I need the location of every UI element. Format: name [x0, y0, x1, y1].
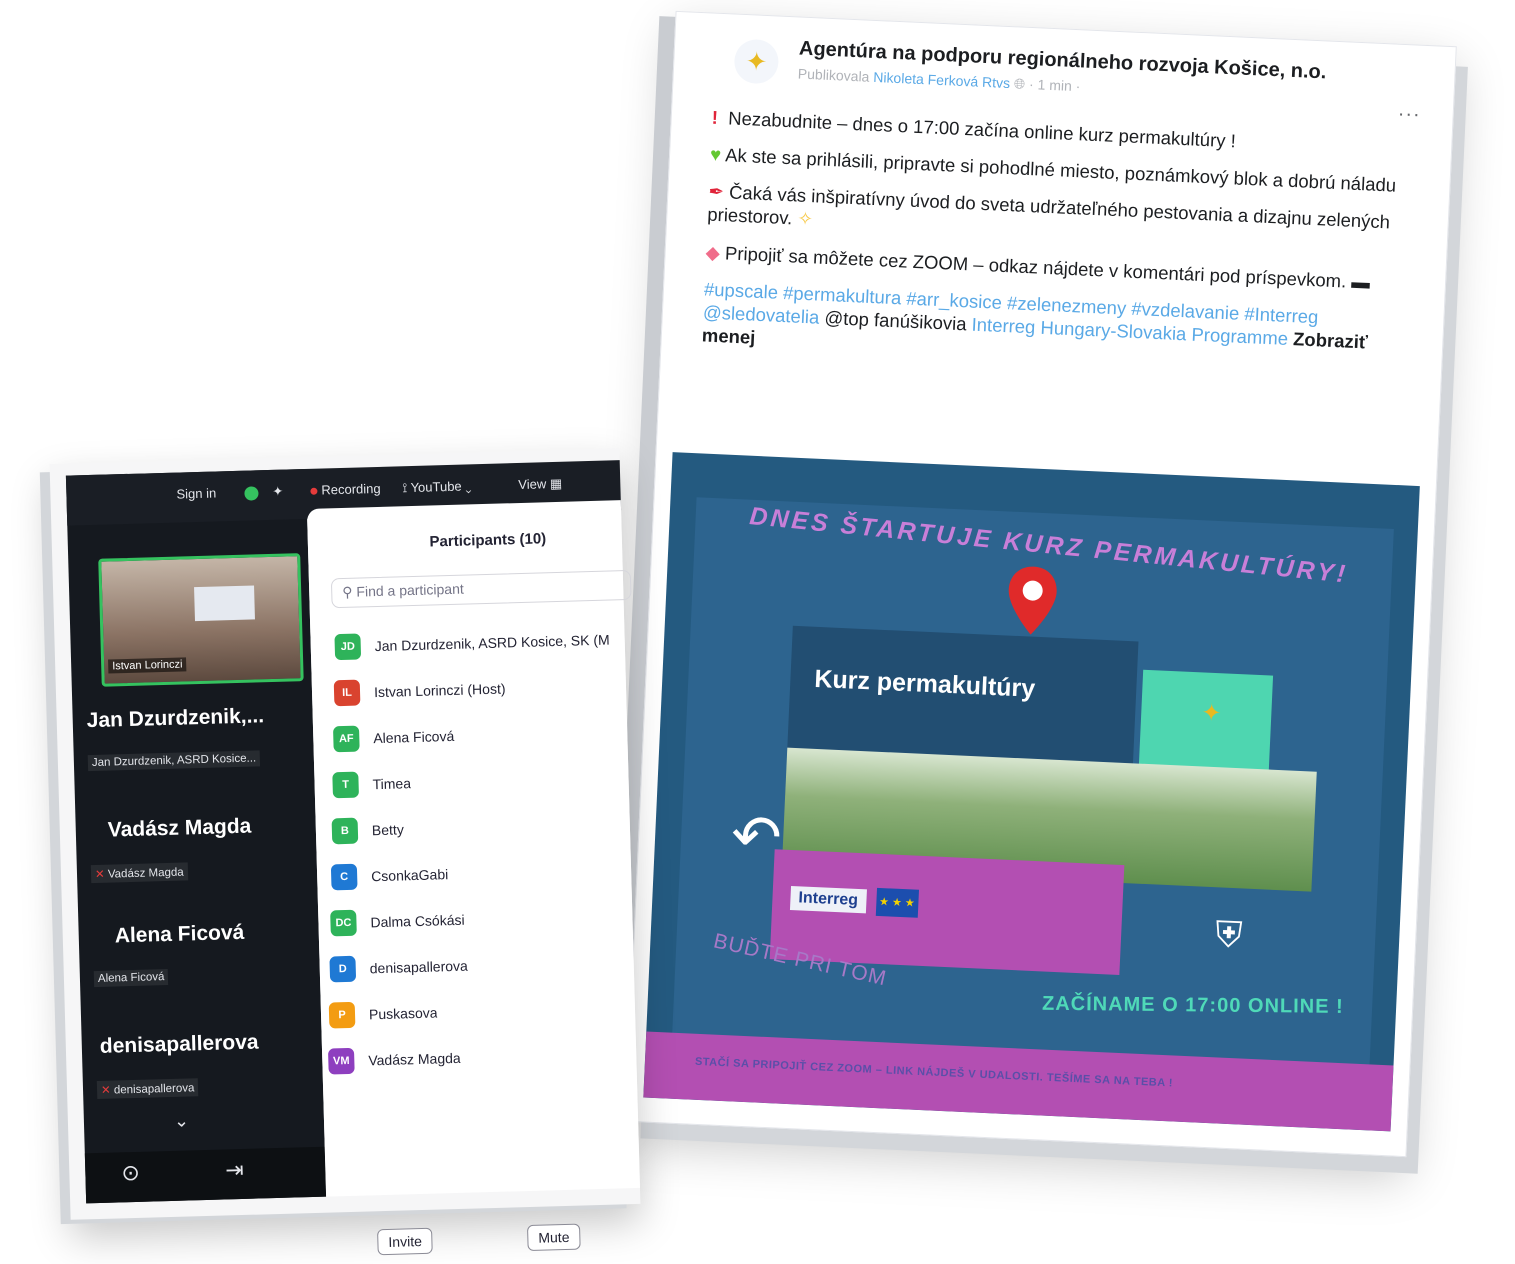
- participant-avatar: AF: [332, 725, 360, 753]
- participant-avatar: DC: [330, 909, 357, 937]
- exclamation-icon: !: [711, 106, 719, 128]
- youtube-label: YouTube ⌄: [410, 478, 472, 496]
- globe-icon: 🌐︎: [1013, 75, 1026, 92]
- recording-label: Recording: [321, 480, 381, 498]
- chevron-down-icon[interactable]: ⌄: [174, 1110, 190, 1131]
- tile-name: Vadász Magda: [107, 814, 252, 842]
- green-heart-icon: ♥: [709, 143, 722, 166]
- grid-icon: ▦: [549, 475, 563, 492]
- participant-name: Istvan Lorinczi (Host): [373, 680, 506, 701]
- security-shield-icon[interactable]: [244, 484, 259, 501]
- mic-muted-icon: ✕: [94, 868, 105, 881]
- shield-logo-icon: ⛨: [1214, 913, 1244, 956]
- arr-logo-icon: ✦: [1200, 699, 1223, 728]
- sparkles-icon: ✧: [796, 207, 814, 230]
- participant-name: Alena Ficová: [373, 727, 455, 747]
- post-time[interactable]: · 1 min ·: [1029, 76, 1081, 94]
- participant-row[interactable]: JD Jan Dzurdzenik, ASRD Kosice, SK (M: [334, 616, 635, 670]
- curved-arrow-icon: ↶: [729, 802, 784, 872]
- tile-name: denisapallerova: [99, 1030, 259, 1058]
- published-by-label: Publikovala: [797, 65, 870, 85]
- recording-indicator[interactable]: Recording: [310, 481, 381, 498]
- participant-avatar: JD: [334, 633, 362, 661]
- recording-dot-icon: [310, 487, 318, 495]
- search-placeholder: Find a participant: [356, 580, 464, 600]
- tile-name: Alena Ficová: [114, 920, 245, 948]
- participant-name: Jan Dzurdzenik, ASRD Kosice, SK (M: [374, 631, 610, 655]
- participant-row[interactable]: VM Vadász Magda: [327, 1030, 647, 1085]
- mic-muted-icon: ✕: [100, 1084, 111, 1097]
- location-pin-icon: [1008, 566, 1057, 635]
- participant-avatar: B: [331, 817, 359, 845]
- participant-name: Betty: [371, 821, 405, 839]
- rss-icon: ⟟: [402, 480, 408, 496]
- zoom-bottom-toolbar: ⊙ ⇥: [84, 1146, 327, 1204]
- facebook-post-card: ✦ Agentúra na podporu regionálneho rozvo…: [625, 10, 1457, 1158]
- top-fans-mention: @top fanúšikovia: [824, 306, 968, 335]
- participant-name: Timea: [372, 775, 412, 793]
- more-icon[interactable]: ⊙: [121, 1160, 140, 1187]
- view-label: View: [518, 476, 547, 493]
- sign-in-button[interactable]: Sign in: [176, 485, 216, 501]
- banner-start-time: ZAČÍNAME O 17:00 ONLINE !: [1041, 992, 1344, 1018]
- more-options-button[interactable]: ···: [1397, 103, 1421, 127]
- event-banner-image[interactable]: DNES ŠTARTUJE KURZ PERMAKULTÚRY! ✦ Kurz …: [643, 452, 1420, 1132]
- participant-avatar: P: [328, 1001, 356, 1029]
- participant-name: Vadász Magda: [368, 1049, 461, 1069]
- tile-label: ✕ denisapallerova: [96, 1078, 199, 1100]
- participant-name: Dalma Csókási: [370, 911, 465, 931]
- active-speaker-video[interactable]: Istvan Lorinczi: [98, 553, 304, 687]
- author-link[interactable]: Nikoleta Ferková Rtvs: [873, 69, 1011, 91]
- participant-avatar: IL: [333, 679, 361, 707]
- participant-name: denisapallerova: [369, 957, 469, 977]
- mute-button[interactable]: Mute: [526, 1223, 581, 1252]
- pushpin-icon: ✒: [707, 180, 725, 203]
- tile-name: Jan Dzurdzenik,...: [86, 704, 265, 733]
- zoom-meeting-card: Sign in ✦ Recording ⟟ YouTube ⌄ View ▦ I…: [49, 448, 641, 1256]
- participant-name: Puskasova: [368, 1004, 438, 1023]
- participant-list: JD Jan Dzurdzenik, ASRD Kosice, SK (M IL Is…: [327, 616, 647, 1084]
- sparkle-icon[interactable]: ✦: [272, 484, 283, 500]
- search-icon: ⚲: [342, 583, 353, 600]
- interreg-logo: Interreg: [789, 885, 867, 914]
- active-speaker-name: Istvan Lorinczi: [108, 657, 187, 674]
- tile-label-text: denisapallerova: [113, 1082, 195, 1097]
- view-button[interactable]: View ▦: [518, 476, 562, 493]
- participants-panel: Participants (10) ⚲ Find a participant J…: [306, 500, 640, 1256]
- participant-avatar: VM: [327, 1047, 355, 1075]
- participant-avatar: C: [330, 863, 358, 891]
- page-logo-icon[interactable]: ✦: [733, 38, 780, 85]
- tile-label-text: Vadász Magda: [107, 866, 184, 881]
- leave-icon[interactable]: ⇥: [225, 1157, 244, 1184]
- tile-label: Alena Ficová: [93, 968, 169, 988]
- projector-screen: [194, 585, 255, 622]
- participants-title: Participants (10): [429, 530, 547, 551]
- participant-name: CsonkaGabi: [370, 866, 449, 885]
- laptop-icon: ▬: [1350, 270, 1371, 293]
- participant-avatar: D: [329, 955, 357, 983]
- post-line-1-text: Nezabudnite – dnes o 17:00 začína online…: [727, 107, 1237, 152]
- participant-avatar: T: [332, 771, 359, 799]
- youtube-stream-button[interactable]: ⟟ YouTube ⌄: [402, 478, 471, 496]
- eu-flag-icon: ★ ★ ★: [875, 887, 919, 918]
- gem-icon: ◆: [705, 240, 721, 263]
- post-text: ! Nezabudnite – dnes o 17:00 začína onli…: [701, 106, 1402, 392]
- hashtags-paragraph: #upscale #permakultura #arr_kosice #zele…: [701, 277, 1393, 378]
- tile-label: ✕ Vadász Magda: [90, 862, 188, 884]
- participant-search-input[interactable]: ⚲ Find a participant: [330, 569, 632, 609]
